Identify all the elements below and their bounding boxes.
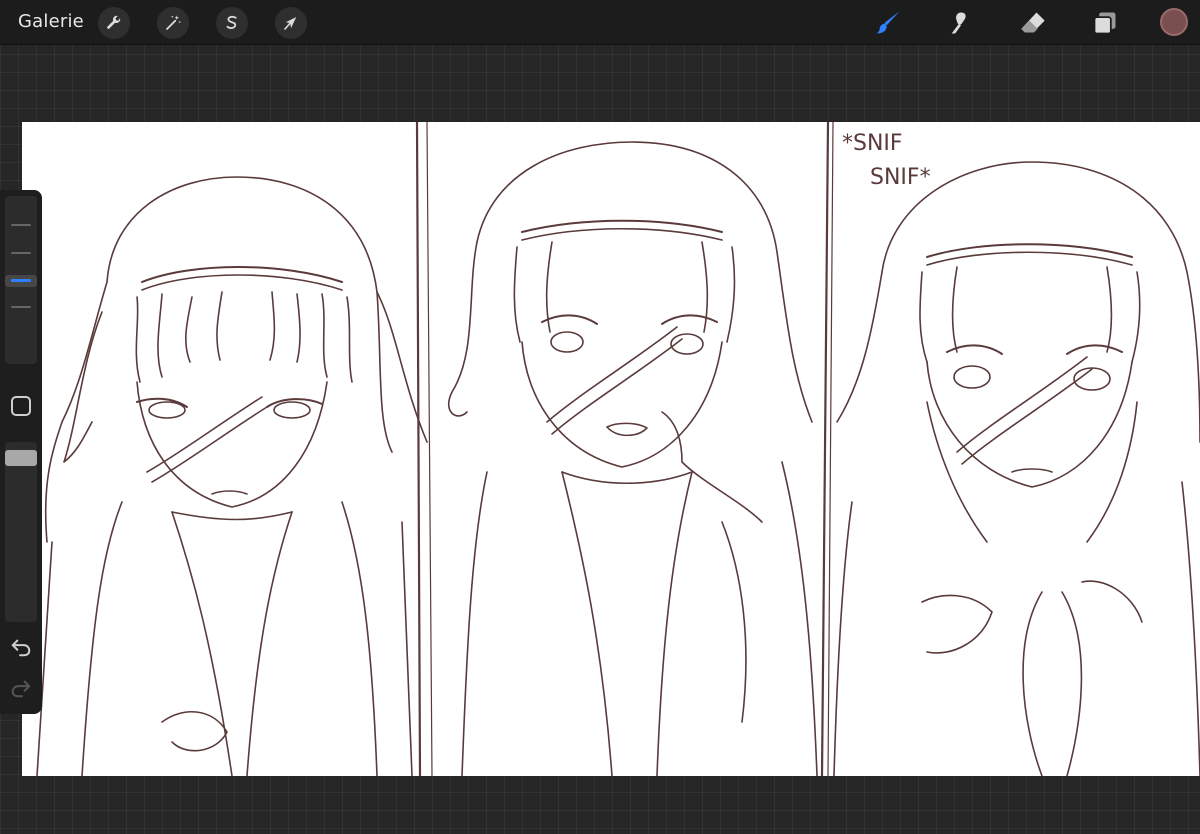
- panel-divider: [827, 122, 834, 776]
- gallery-button[interactable]: Galerie: [18, 11, 84, 32]
- left-sidebar: [0, 190, 42, 714]
- panel-divider: [820, 122, 830, 776]
- top-toolbar: Galerie: [0, 0, 1200, 45]
- eraser-icon: [1021, 12, 1045, 33]
- smudge-icon: [951, 12, 966, 34]
- smudge-tool[interactable]: [946, 8, 976, 38]
- transform-icon: [284, 17, 297, 30]
- selection-icon: [226, 15, 237, 29]
- brush-size-handle[interactable]: [5, 275, 37, 287]
- selection-button[interactable]: [216, 7, 248, 39]
- panel-divider: [426, 122, 433, 776]
- transform-button[interactable]: [275, 7, 307, 39]
- sfx-text-line1: *SNIF: [842, 131, 903, 156]
- wrench-icon: [107, 15, 121, 29]
- opacity-handle[interactable]: [5, 450, 37, 466]
- color-picker-swatch[interactable]: [1160, 8, 1188, 36]
- sfx-text-line2: SNIF*: [870, 165, 931, 190]
- opacity-slider[interactable]: [5, 442, 37, 622]
- undo-icon: [11, 639, 31, 657]
- layers-tool[interactable]: [1090, 8, 1120, 38]
- redo-icon: [11, 680, 31, 698]
- brush-tool[interactable]: [874, 8, 904, 38]
- panel-1-figure: [36, 176, 428, 776]
- size-tick: [11, 224, 31, 226]
- drawing-canvas[interactable]: *SNIF SNIF*: [22, 122, 1200, 776]
- redo-button[interactable]: [8, 676, 34, 700]
- brush-icon: [877, 11, 900, 34]
- artwork-sketch: *SNIF SNIF*: [36, 122, 1200, 776]
- adjustments-button[interactable]: [157, 7, 189, 39]
- brush-size-slider[interactable]: [5, 196, 37, 364]
- modify-button[interactable]: [11, 396, 31, 416]
- panel-3-figure: [833, 161, 1200, 776]
- panel-divider: [415, 122, 422, 776]
- eraser-tool[interactable]: [1018, 8, 1048, 38]
- layers-icon: [1093, 12, 1116, 35]
- magic-wand-icon: [166, 15, 182, 30]
- size-tick: [11, 252, 31, 254]
- undo-button[interactable]: [8, 635, 34, 659]
- size-tick: [11, 306, 31, 308]
- panel-2-figure: [447, 141, 818, 776]
- actions-button[interactable]: [98, 7, 130, 39]
